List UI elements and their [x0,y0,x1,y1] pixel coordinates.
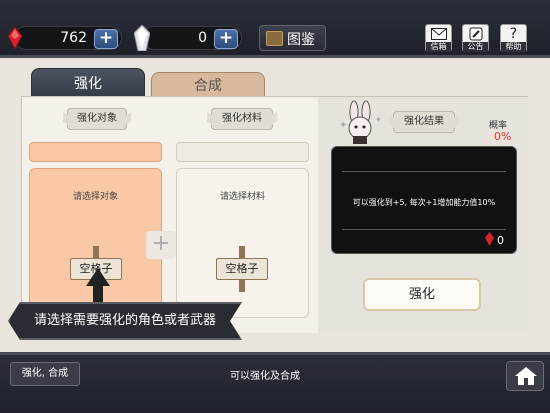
tab-enhance[interactable]: 强化 [31,68,145,98]
enhance-cost: 0 [484,232,504,247]
bunny-mascot-icon: ✦ ✦ [339,100,382,144]
home-button[interactable] [506,361,544,391]
svg-text:✦: ✦ [375,115,382,124]
book-icon [266,31,283,46]
result-box: 可以强化到+5, 每次+1增加能力值10% 0 [331,146,517,254]
help-label: 帮助 [501,42,526,52]
home-icon [515,367,537,385]
plus-connector-icon: + [146,231,176,259]
red-gem-amount: 762 [60,30,87,46]
mail-label: 信箱 [426,42,451,52]
notice-label: 公告 [463,42,488,52]
red-gem-icon [8,27,22,49]
white-gem-icon [134,25,150,51]
divider [342,171,506,172]
bottom-bar: 强化, 合成 可以强化及合成 [0,352,550,413]
red-gem-counter: 762 + [8,26,122,50]
cost-value: 0 [497,234,504,247]
add-white-gem-button[interactable]: + [214,29,238,49]
target-header: 强化对象 [67,108,127,130]
enhance-button[interactable]: 强化 [363,278,481,311]
guide-tooltip: 请选择需要强化的角色或者武器 [8,302,242,340]
top-bar: 762 + 0 + 图鉴 信箱 公告 ? 帮助 [0,0,550,58]
help-icon: ? [509,26,518,42]
codex-label: 图鉴 [287,32,315,48]
material-slot-card[interactable]: 请选择材料 [176,168,309,318]
material-empty-slot[interactable]: 空格子 [216,246,268,292]
red-gem-icon [484,232,494,246]
svg-text:✦: ✦ [339,120,347,131]
material-hint: 请选择材料 [219,192,265,202]
mode-button[interactable]: 强化, 合成 [10,362,80,386]
white-gem-amount: 0 [198,30,207,46]
material-name-bar [176,142,309,162]
material-header: 强化材料 [211,108,273,130]
result-text: 可以强化到+5, 每次+1增加能力值10% [352,198,496,207]
codex-button[interactable]: 图鉴 [259,25,326,51]
tab-combine[interactable]: 合成 [151,72,265,98]
envelope-icon [431,28,447,40]
divider [342,229,506,230]
notice-icon [469,27,483,41]
material-empty-label: 空格子 [216,258,268,280]
mail-button[interactable]: 信箱 [425,24,452,52]
target-hint: 请选择对象 [72,192,118,202]
status-text: 可以强化及合成 [230,371,300,382]
help-button[interactable]: ? 帮助 [500,24,527,52]
rate-value: 0% [494,130,512,143]
white-gem-counter: 0 + [134,25,242,51]
pointer-arrow-stem [93,284,103,304]
result-header: 强化结果 [393,111,455,133]
target-name-bar [29,142,162,162]
add-red-gem-button[interactable]: + [94,29,118,49]
notice-button[interactable]: 公告 [462,24,489,52]
